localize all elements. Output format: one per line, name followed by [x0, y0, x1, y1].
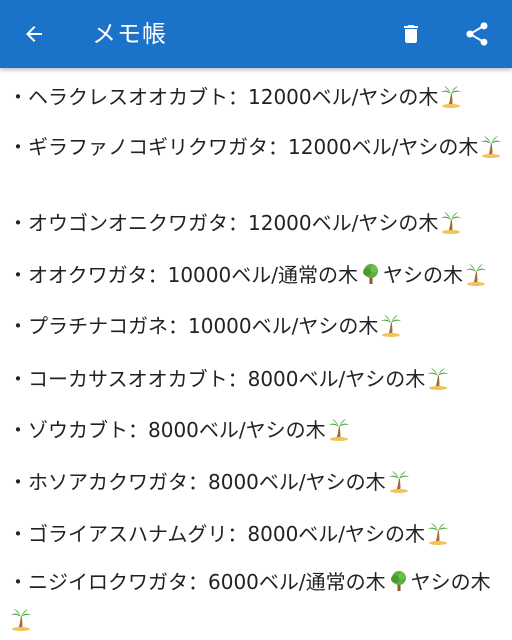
- deciduous-tree-icon: [359, 262, 383, 296]
- share-button[interactable]: [457, 14, 497, 54]
- list-item: ・ギラファノコギリクワガタ：12000ベル/ヤシの木: [8, 130, 504, 168]
- list-item: ・オウゴンオニクワガタ：12000ベル/ヤシの木: [8, 206, 504, 244]
- trash-icon: [404, 25, 418, 43]
- palm-tree-icon: [439, 210, 463, 244]
- app-bar: メモ帳: [0, 0, 512, 68]
- deciduous-tree-icon: [387, 569, 411, 603]
- palm-tree-icon: [387, 469, 411, 503]
- palm-tree-icon: [9, 607, 33, 640]
- entry-text: ・ヘラクレスオオカブト：12000ベル/ヤシの木: [8, 85, 439, 109]
- entry-text: ・ニジイロクワガタ：6000ベル/通常の木: [8, 570, 386, 594]
- list-item: ・ニジイロクワガタ：6000ベル/通常の木 ヤシの木: [8, 565, 504, 640]
- palm-tree-icon: [464, 262, 488, 296]
- entry-text-continued: ヤシの木: [410, 570, 491, 594]
- entry-text: ・プラチナコガネ：10000ベル/ヤシの木: [8, 314, 379, 338]
- share-icon: [466, 22, 488, 46]
- palm-tree-icon: [379, 313, 403, 347]
- palm-tree-icon: [426, 521, 450, 555]
- entry-text: ・コーカサスオオカブト：8000ベル/ヤシの木: [8, 367, 426, 391]
- list-item: ・プラチナコガネ：10000ベル/ヤシの木: [8, 309, 504, 347]
- back-button[interactable]: [14, 14, 54, 54]
- list-item: ・コーカサスオオカブト：8000ベル/ヤシの木: [8, 362, 504, 400]
- entry-text: ・オオクワガタ：10000ベル/通常の木: [8, 263, 358, 287]
- entry-text: ・ゾウカブト：8000ベル/ヤシの木: [8, 418, 326, 442]
- palm-tree-icon: [479, 134, 503, 168]
- entry-text: ・ゴライアスハナムグリ：8000ベル/ヤシの木: [8, 522, 426, 546]
- entry-text-continued: ヤシの木: [382, 263, 463, 287]
- entry-text: ・オウゴンオニクワガタ：12000ベル/ヤシの木: [8, 211, 439, 235]
- list-item: ・ゾウカブト：8000ベル/ヤシの木: [8, 413, 504, 451]
- list-item: ・オオクワガタ：10000ベル/通常の木 ヤシの木: [8, 258, 504, 296]
- list-item: ・ヘラクレスオオカブト：12000ベル/ヤシの木: [8, 80, 504, 118]
- palm-tree-icon: [426, 366, 450, 400]
- delete-button[interactable]: [391, 14, 431, 54]
- list-item: ・ゴライアスハナムグリ：8000ベル/ヤシの木: [8, 517, 504, 555]
- page-title: メモ帳: [92, 20, 167, 48]
- entry-text: ・ホソアカクワガタ：8000ベル/ヤシの木: [8, 470, 386, 494]
- arrow-back-icon: [26, 26, 42, 42]
- list-item: ・ホソアカクワガタ：8000ベル/ヤシの木: [8, 465, 504, 503]
- entry-text: ・ギラファノコギリクワガタ：12000ベル/ヤシの木: [8, 135, 479, 159]
- palm-tree-icon: [327, 417, 351, 451]
- memo-content[interactable]: ・ヘラクレスオオカブト：12000ベル/ヤシの木 ・ギラファノコギリクワガタ：1…: [0, 68, 512, 640]
- palm-tree-icon: [439, 84, 463, 118]
